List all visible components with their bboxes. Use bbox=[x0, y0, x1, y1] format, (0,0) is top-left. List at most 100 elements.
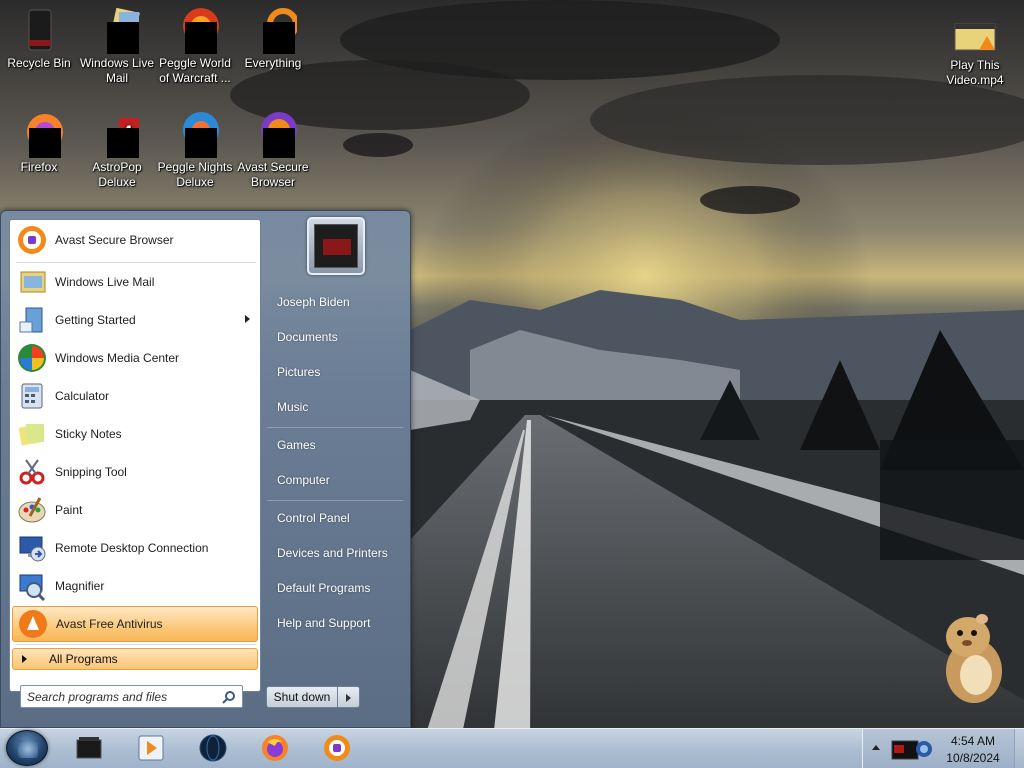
start-right-music[interactable]: Music bbox=[267, 393, 405, 421]
start-item-remote-desktop[interactable]: Remote Desktop Connection bbox=[12, 530, 258, 566]
start-button[interactable] bbox=[6, 730, 48, 766]
avatar-image bbox=[314, 224, 358, 268]
astropop-icon: 4 bbox=[93, 110, 141, 158]
desktop-icon-windows-live-mail[interactable]: Windows Live Mail bbox=[78, 6, 156, 86]
start-item-paint[interactable]: Paint bbox=[12, 492, 258, 528]
desktop-icon-firefox[interactable]: Firefox bbox=[0, 110, 78, 175]
start-right-help-support[interactable]: Help and Support bbox=[267, 609, 405, 637]
start-item-getting-started[interactable]: Getting Started bbox=[12, 302, 258, 338]
start-item-label: Magnifier bbox=[55, 579, 105, 593]
video-file-icon bbox=[951, 20, 999, 56]
start-right-documents[interactable]: Documents bbox=[267, 323, 405, 351]
clock-time: 4:54 AM bbox=[950, 734, 996, 748]
desktop-icon-recycle-bin[interactable]: Recycle Bin bbox=[0, 6, 78, 71]
desktop-icon-peggle-wow[interactable]: Peggle World of Warcraft ... bbox=[156, 6, 234, 86]
clock-date: 10/8/2024 bbox=[946, 751, 1000, 765]
desktop-icon-label: Peggle World of Warcraft ... bbox=[159, 56, 231, 85]
start-right-pictures[interactable]: Pictures bbox=[267, 358, 405, 386]
start-item-label: Calculator bbox=[55, 389, 110, 403]
all-programs-label: All Programs bbox=[49, 652, 118, 666]
desktop-icon-label: Windows Live Mail bbox=[79, 56, 155, 85]
start-item-sticky-notes[interactable]: Sticky Notes bbox=[12, 416, 258, 452]
start-menu-divider bbox=[16, 644, 256, 645]
mail-icon bbox=[16, 266, 48, 298]
avast-browser-icon bbox=[16, 224, 48, 256]
remote-desktop-icon bbox=[16, 532, 48, 564]
firefox-icon bbox=[261, 734, 289, 762]
taskbar-app-3[interactable] bbox=[186, 730, 238, 766]
all-programs-arrow-icon bbox=[22, 655, 27, 663]
scissors-icon bbox=[16, 456, 48, 488]
desktop-icon-avast-browser[interactable]: Avast Secure Browser bbox=[234, 110, 312, 190]
start-item-label: Windows Live Mail bbox=[55, 275, 155, 289]
getting-started-icon bbox=[16, 304, 48, 336]
start-item-avast-secure-browser[interactable]: Avast Secure Browser bbox=[12, 222, 258, 258]
paint-palette-icon bbox=[16, 494, 48, 526]
start-item-snipping-tool[interactable]: Snipping Tool bbox=[12, 454, 258, 490]
peggle-wow-icon bbox=[171, 6, 219, 54]
avast-antivirus-icon bbox=[17, 608, 49, 640]
dark-box-icon bbox=[75, 734, 103, 762]
peggle-nights-icon bbox=[171, 110, 219, 158]
avast-browser-icon bbox=[323, 734, 351, 762]
start-item-label: Paint bbox=[55, 503, 83, 517]
start-item-label: Snipping Tool bbox=[55, 465, 127, 479]
everything-search-icon bbox=[249, 6, 299, 54]
taskbar-firefox[interactable] bbox=[248, 730, 300, 766]
desktop-icon-everything[interactable]: Everything bbox=[234, 6, 312, 71]
start-item-label: Windows Media Center bbox=[55, 351, 180, 365]
start-item-avast-free-antivirus[interactable]: Avast Free Antivirus bbox=[12, 606, 258, 642]
shutdown-options-arrow-icon[interactable] bbox=[338, 686, 360, 708]
avast-browser-icon bbox=[249, 110, 297, 158]
all-programs-button[interactable]: All Programs bbox=[12, 648, 258, 670]
search-icon[interactable] bbox=[222, 690, 236, 704]
start-right-games[interactable]: Games bbox=[267, 431, 405, 459]
desktop-icon-peggle-nights[interactable]: Peggle Nights Deluxe bbox=[156, 110, 234, 190]
mail-icon bbox=[93, 6, 141, 54]
start-item-windows-media-center[interactable]: Windows Media Center bbox=[12, 340, 258, 376]
show-hidden-icons-arrow-icon[interactable] bbox=[872, 745, 880, 750]
desktop-icon-label: Play This Video.mp4 bbox=[946, 58, 1004, 87]
show-desktop-button[interactable] bbox=[1014, 729, 1024, 768]
desktop-icon-label: Avast Secure Browser bbox=[237, 160, 309, 189]
start-item-magnifier[interactable]: Magnifier bbox=[12, 568, 258, 604]
start-right-computer[interactable]: Computer bbox=[267, 466, 405, 494]
media-player-icon bbox=[137, 734, 165, 762]
start-right-devices-printers[interactable]: Devices and Printers bbox=[267, 539, 405, 567]
calculator-icon bbox=[16, 380, 48, 412]
start-menu-divider bbox=[16, 262, 256, 263]
taskbar-avast-browser[interactable] bbox=[310, 730, 362, 766]
start-item-label: Getting Started bbox=[55, 313, 136, 327]
desktop-icon-label: Everything bbox=[244, 56, 302, 70]
start-item-windows-live-mail[interactable]: Windows Live Mail bbox=[12, 264, 258, 300]
taskbar-clock[interactable]: 4:54 AM 10/8/2024 bbox=[936, 733, 1010, 767]
globe-icon bbox=[199, 734, 227, 762]
search-placeholder: Search programs and files bbox=[27, 690, 168, 704]
magnifier-icon bbox=[16, 570, 48, 602]
start-item-label: Avast Free Antivirus bbox=[56, 617, 163, 631]
start-item-calculator[interactable]: Calculator bbox=[12, 378, 258, 414]
taskbar-media-player[interactable] bbox=[124, 730, 176, 766]
desktop-icon-label: Firefox bbox=[20, 160, 58, 174]
start-item-label: Avast Secure Browser bbox=[55, 233, 174, 247]
desktop-icon-label: Peggle Nights Deluxe bbox=[157, 160, 233, 189]
recycle-bin-icon bbox=[15, 6, 63, 54]
submenu-arrow-icon[interactable] bbox=[245, 315, 250, 323]
start-right-user[interactable]: Joseph Biden bbox=[267, 288, 405, 316]
start-right-default-programs[interactable]: Default Programs bbox=[267, 574, 405, 602]
desktop-icon-astropop[interactable]: 4 AstroPop Deluxe bbox=[78, 110, 156, 190]
user-avatar[interactable] bbox=[307, 217, 365, 275]
start-right-control-panel[interactable]: Control Panel bbox=[267, 504, 405, 532]
start-item-label: Sticky Notes bbox=[55, 427, 122, 441]
hamster-gadget[interactable] bbox=[930, 605, 1010, 705]
start-search-input[interactable]: Search programs and files bbox=[20, 685, 243, 708]
taskbar-app-1[interactable] bbox=[62, 730, 114, 766]
start-item-label: Remote Desktop Connection bbox=[55, 541, 209, 555]
desktop-icon-play-video[interactable]: Play This Video.mp4 bbox=[936, 20, 1014, 88]
shutdown-button[interactable]: Shut down bbox=[266, 686, 338, 708]
tray-app-icon[interactable] bbox=[890, 735, 934, 763]
start-menu-programs-pane: Avast Secure Browser Windows Live Mail G… bbox=[9, 219, 261, 692]
firefox-icon bbox=[15, 110, 63, 158]
start-right-divider bbox=[267, 500, 403, 501]
desktop-icon-label: Recycle Bin bbox=[7, 56, 71, 70]
